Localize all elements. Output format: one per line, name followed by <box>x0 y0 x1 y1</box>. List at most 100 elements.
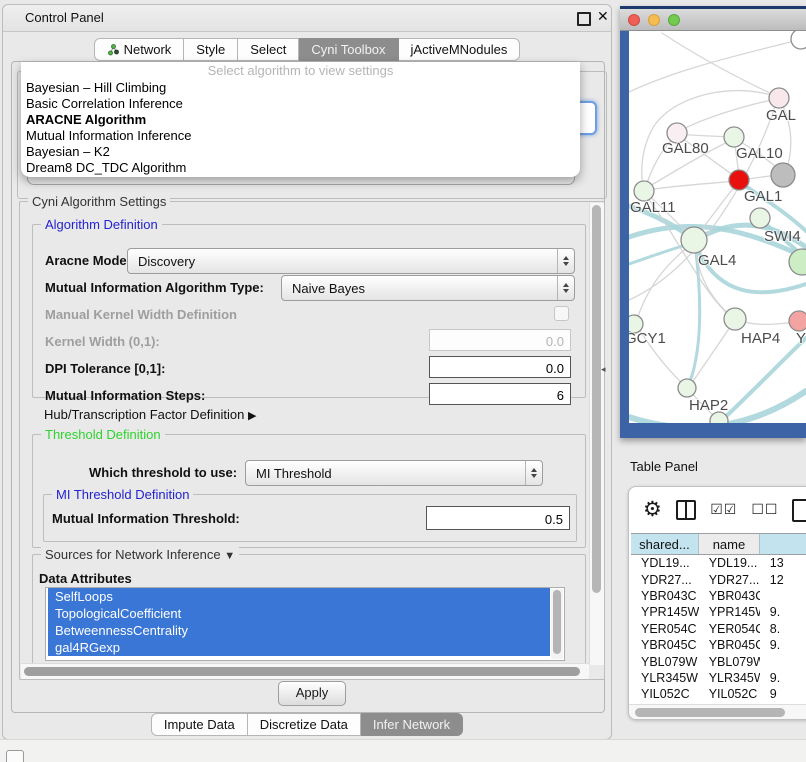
tab-jactivemnodules[interactable]: jActiveMNodules <box>399 38 521 61</box>
minimize-traffic-light-icon[interactable] <box>648 14 660 26</box>
close-icon[interactable]: ✕ <box>597 8 609 25</box>
network-canvas[interactable]: GALGAL80GAL10GAL1GAL11SWI4GAL4GCY1HAP4YH… <box>629 31 806 423</box>
network-node-gal11[interactable] <box>634 181 654 201</box>
table-header-row: shared...name <box>631 533 806 555</box>
network-node[interactable] <box>791 31 806 49</box>
network-edge[interactable] <box>629 40 798 92</box>
network-node-hap4[interactable] <box>724 308 746 330</box>
column-header[interactable]: name <box>699 534 760 554</box>
tab-select[interactable]: Select <box>238 38 299 61</box>
hub-definition-expander[interactable]: Hub/Transcription Factor Definition ▶ <box>44 407 256 422</box>
which-threshold-combobox[interactable]: MI Threshold <box>245 460 543 486</box>
network-node-gal10[interactable] <box>724 127 744 147</box>
table-row[interactable]: YDR27...YDR27...12 <box>631 571 806 587</box>
algorithm-option[interactable]: Bayesian – Hill Climbing <box>21 80 580 96</box>
table-row[interactable]: YER054CYER054C8. <box>631 621 806 637</box>
table-toolbar: ⚙ ☑☑ ☐☐ <box>629 487 806 533</box>
manual-kernel-checkbox[interactable] <box>554 306 569 321</box>
apply-button[interactable]: Apply <box>278 681 346 706</box>
aracne-mode-combobox[interactable]: Discovery <box>127 248 575 274</box>
dpi-tolerance-label: DPI Tolerance [0,1]: <box>45 361 165 376</box>
network-node-gal1[interactable] <box>729 170 749 190</box>
dpi-tolerance-field[interactable] <box>429 356 571 378</box>
table-row[interactable]: YBL079WYBL079W <box>631 653 806 669</box>
network-node-hap2[interactable] <box>678 379 696 397</box>
mi-threshold-group: MI Threshold Definition Mutual Informati… <box>43 494 577 542</box>
network-edge[interactable] <box>721 338 806 421</box>
kernel-width-field[interactable] <box>429 329 571 351</box>
network-node-gal[interactable] <box>769 88 789 108</box>
panel-corner-icon[interactable] <box>6 750 24 762</box>
aracne-mode-label: Aracne Mode: <box>45 253 131 268</box>
scrollbar-thumb[interactable] <box>553 590 561 654</box>
mi-steps-field[interactable] <box>429 383 571 405</box>
settings-gear-icon[interactable]: ⚙ <box>643 500 662 520</box>
table-horizontal-scrollbar[interactable] <box>629 704 806 720</box>
settings-vertical-scrollbar[interactable] <box>589 203 604 665</box>
network-node-label: GAL10 <box>736 145 783 162</box>
tab-label: Style <box>196 42 225 57</box>
tab-cyni-toolbox[interactable]: Cyni Toolbox <box>299 38 398 61</box>
tab-style[interactable]: Style <box>184 38 238 61</box>
algorithm-option[interactable]: Basic Correlation Inference <box>21 96 580 112</box>
checked-columns-icon[interactable]: ☑☑ <box>710 502 737 518</box>
table-row[interactable]: YLR345WYLR345W9. <box>631 670 806 686</box>
attribute-list-item[interactable]: SelfLoops <box>48 588 550 605</box>
network-window-titlebar[interactable] <box>620 9 806 31</box>
network-edge[interactable] <box>646 181 737 190</box>
mi-threshold-field[interactable] <box>426 506 570 530</box>
network-edge[interactable] <box>678 99 777 132</box>
network-node-label: SWI4 <box>764 228 801 245</box>
algorithm-option[interactable]: Bayesian – K2 <box>21 144 580 160</box>
float-icon[interactable] <box>577 12 591 26</box>
mi-type-combobox[interactable]: Naive Bayes <box>281 275 575 301</box>
scrollbar-thumb[interactable] <box>635 708 785 717</box>
network-node[interactable] <box>771 163 795 187</box>
column-header[interactable] <box>760 534 806 554</box>
unchecked-columns-icon[interactable]: ☐☐ <box>751 502 778 518</box>
attribute-list-item[interactable]: gal4RGexp <box>48 639 550 656</box>
table-cell: YLR345W <box>631 671 699 685</box>
control-panel-tabs: Network Style Select Cyni ToolboxjActiveMNo… <box>3 38 611 61</box>
collapse-down-icon: ▼ <box>224 550 235 562</box>
attribute-list-scrollbar[interactable] <box>551 589 563 659</box>
table-row[interactable]: YBR045CYBR045C9. <box>631 637 806 653</box>
scrollbar-thumb[interactable] <box>592 205 601 593</box>
network-node-label: HAP4 <box>741 330 780 347</box>
bottom-tab-infer-network[interactable]: Infer Network <box>361 713 463 736</box>
table-row[interactable]: YPR145WYPR145W9. <box>631 604 806 620</box>
tab-network[interactable]: Network <box>94 38 185 61</box>
network-node-swi4[interactable] <box>750 208 770 228</box>
bottom-tab-discretize-data[interactable]: Discretize Data <box>248 713 361 736</box>
sources-group-title[interactable]: Sources for Network Inference ▼ <box>41 547 239 562</box>
network-view-window: GALGAL80GAL10GAL1GAL11SWI4GAL4GCY1HAP4YH… <box>620 6 806 438</box>
new-table-icon[interactable] <box>792 499 806 522</box>
table-row[interactable]: YIL052CYIL052C9 <box>631 686 806 701</box>
scrollbar-thumb[interactable] <box>24 667 580 676</box>
aracne-mode-value: Discovery <box>128 254 557 269</box>
network-node-y[interactable] <box>789 311 806 331</box>
algorithm-option[interactable]: Mutual Information Inference <box>21 128 580 144</box>
column-header[interactable]: shared... <box>631 534 699 554</box>
network-edge[interactable] <box>662 33 776 96</box>
splitter-collapse-icon[interactable]: ◂ <box>601 364 606 375</box>
attribute-list-item[interactable]: TopologicalCoefficient <box>48 605 550 622</box>
bottom-tab-impute-data[interactable]: Impute Data <box>151 713 248 736</box>
algorithm-option[interactable]: ARACNE Algorithm <box>21 112 580 128</box>
table-cell: YBR043C <box>699 589 760 603</box>
combo-stepper-icon <box>557 276 574 300</box>
table-row[interactable]: YBR043CYBR043C <box>631 588 806 604</box>
control-panel: Control Panel ✕ Network Style Select Cyni T… <box>2 4 612 740</box>
split-view-icon[interactable] <box>676 500 696 520</box>
threshold-definition-title: Threshold Definition <box>41 427 165 442</box>
algorithm-option[interactable]: Dream8 DC_TDC Algorithm <box>21 160 580 176</box>
table-row[interactable]: YDL19...YDL19...13 <box>631 555 806 571</box>
network-node-label: GAL80 <box>662 140 709 157</box>
attribute-list-item[interactable]: BetweennessCentrality <box>48 622 550 639</box>
control-panel-titlebar[interactable]: Control Panel ✕ <box>3 5 611 32</box>
settings-horizontal-scrollbar[interactable] <box>21 663 589 679</box>
tab-label: Select <box>250 42 286 57</box>
zoom-traffic-light-icon[interactable] <box>668 14 680 26</box>
close-traffic-light-icon[interactable] <box>628 14 640 26</box>
network-node-gal4[interactable] <box>681 227 707 253</box>
